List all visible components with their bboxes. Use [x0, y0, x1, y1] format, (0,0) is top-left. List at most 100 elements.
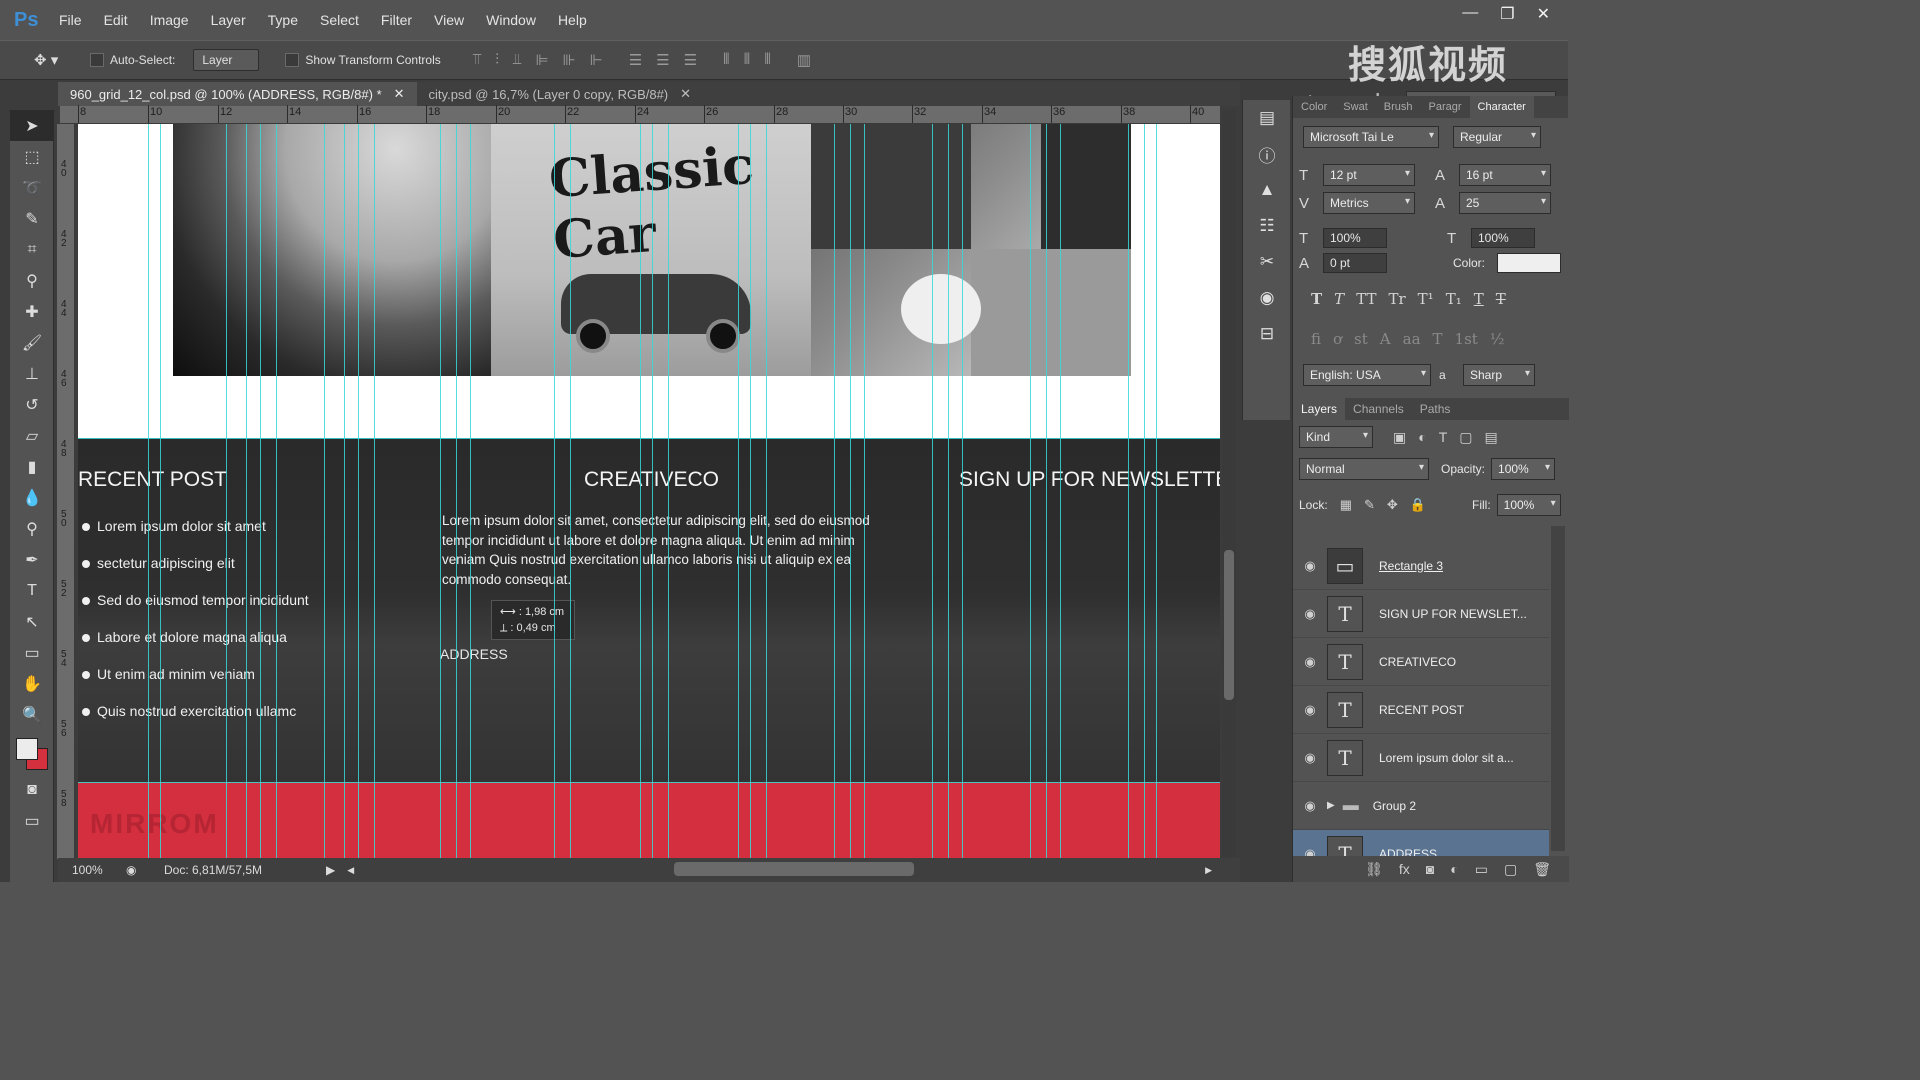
grid-guide-line[interactable] — [1030, 124, 1031, 859]
menu-type[interactable]: Type — [257, 12, 309, 28]
grid-guide-line[interactable] — [1128, 124, 1129, 859]
kuler-icon[interactable]: ◉ — [1243, 280, 1291, 316]
grid-guide-line[interactable] — [652, 124, 653, 859]
subscript-button[interactable]: T₁ — [1446, 290, 1462, 308]
language-select[interactable]: English: USA — [1303, 364, 1431, 386]
auto-select-dropdown[interactable]: Layer — [193, 49, 260, 71]
dodge-tool-icon[interactable]: ⚲ — [10, 513, 54, 544]
discretionary-ligatures-button[interactable]: ơ — [1333, 330, 1342, 348]
layer-row[interactable]: ◉ T CREATIVECO — [1293, 638, 1549, 686]
grid-guide-line[interactable] — [738, 124, 739, 859]
tab-960-grid[interactable]: 960_grid_12_col.psd @ 100% (ADDRESS, RGB… — [58, 82, 417, 106]
grid-guide-line[interactable] — [470, 124, 471, 859]
align-vcenter-icon[interactable]: ⫶ — [495, 51, 499, 69]
canvas-vertical-scrollbar[interactable] — [1222, 110, 1236, 857]
visibility-eye-icon[interactable]: ◉ — [1293, 654, 1327, 670]
tracking-select[interactable]: 25 — [1459, 192, 1551, 214]
horizontal-guide-line[interactable] — [78, 782, 1220, 783]
stylistic-set-button[interactable]: st — [1354, 330, 1368, 348]
history-panel-icon[interactable]: ▤ — [1243, 100, 1291, 136]
fx-icon[interactable]: fx — [1399, 861, 1410, 877]
grid-guide-line[interactable] — [148, 124, 149, 859]
align-hcenter-icon[interactable]: ⊪ — [563, 51, 576, 69]
grid-guide-line[interactable] — [358, 124, 359, 859]
stamp-tool-icon[interactable]: ⊥ — [10, 358, 54, 389]
scrollbar-thumb[interactable] — [1224, 550, 1234, 700]
menu-window[interactable]: Window — [475, 12, 547, 28]
history-brush-tool-icon[interactable]: ↺ — [10, 389, 54, 420]
list-item[interactable]: Labore et dolore magna aliqua — [82, 629, 309, 666]
blur-tool-icon[interactable]: 💧 — [10, 482, 54, 513]
tab-paths[interactable]: Paths — [1412, 402, 1459, 416]
layer-row[interactable]: ◉ ▶ ▬ Group 2 — [1293, 782, 1549, 830]
grid-guide-line[interactable] — [374, 124, 375, 859]
list-item[interactable]: Lorem ipsum dolor sit amet — [82, 518, 309, 555]
ligatures-button[interactable]: fi — [1311, 330, 1321, 348]
tab-channels[interactable]: Channels — [1345, 402, 1412, 416]
mask-icon[interactable]: ◙ — [1426, 861, 1434, 877]
grid-guide-line[interactable] — [750, 124, 751, 859]
menu-file[interactable]: File — [48, 12, 93, 28]
crop-tool-icon[interactable]: ⌗ — [10, 234, 54, 265]
trash-icon[interactable]: 🗑 — [1533, 861, 1551, 878]
document-canvas[interactable]: Classic Car RECENT POST CREATIVECO SIGN … — [78, 124, 1220, 859]
filter-type-icon[interactable]: T — [1439, 429, 1448, 446]
grid-guide-line[interactable] — [260, 124, 261, 859]
distribute-bottom-icon[interactable]: ☰ — [684, 51, 697, 69]
auto-select-checkbox[interactable] — [90, 53, 104, 67]
layers-scrollbar[interactable] — [1551, 526, 1565, 851]
small-caps-button[interactable]: Tr — [1388, 290, 1405, 308]
grid-guide-line[interactable] — [1046, 124, 1047, 859]
eyedropper-tool-icon[interactable]: ⚲ — [10, 265, 54, 296]
align-right-icon[interactable]: ⊩ — [590, 51, 603, 69]
horizontal-ruler[interactable]: 8 10 12 14 16 18 20 22 24 26 28 30 32 34 36 38 40 — [60, 105, 1220, 124]
grid-guide-line[interactable] — [456, 124, 457, 859]
scroll-left-arrow-icon[interactable]: ◀ — [347, 865, 354, 876]
menu-image[interactable]: Image — [139, 12, 200, 28]
visibility-eye-icon[interactable]: ◉ — [1293, 798, 1327, 814]
lock-position-icon[interactable]: ✥ — [1387, 497, 1398, 513]
visibility-eye-icon[interactable]: ◉ — [1293, 606, 1327, 622]
close-button[interactable]: ✕ — [1537, 4, 1550, 24]
auto-align-icon[interactable]: ▥ — [797, 51, 811, 69]
faux-bold-button[interactable]: T — [1311, 290, 1322, 308]
tab-paragraph[interactable]: Paragr — [1421, 101, 1470, 113]
path-select-tool-icon[interactable]: ↖ — [10, 606, 54, 637]
transform-controls-checkbox[interactable] — [285, 53, 300, 67]
marquee-tool-icon[interactable]: ⬚ — [10, 141, 54, 172]
list-item[interactable]: Ut enim ad minim veniam — [82, 666, 309, 703]
move-tool-icon[interactable]: ✥ ▾ — [34, 51, 74, 69]
opacity-select[interactable]: 100% — [1491, 458, 1556, 480]
baseline-shift-input[interactable]: 0 pt — [1323, 253, 1387, 273]
strikethrough-button[interactable]: T — [1496, 290, 1506, 308]
layer-styles-icon[interactable]: ⊟ — [1243, 316, 1291, 352]
all-caps-button[interactable]: TT — [1356, 290, 1376, 308]
maximize-button[interactable]: ❐ — [1500, 4, 1514, 24]
distribute-right-icon[interactable]: ⦀ — [764, 51, 771, 69]
info-panel-icon[interactable]: ⓘ — [1243, 136, 1291, 172]
leading-select[interactable]: 16 pt — [1459, 164, 1551, 186]
visibility-eye-icon[interactable]: ◉ — [1293, 558, 1327, 574]
grid-guide-line[interactable] — [932, 124, 933, 859]
horizontal-guide-line[interactable] — [78, 438, 1220, 439]
tab-color[interactable]: Color — [1293, 101, 1335, 113]
menu-help[interactable]: Help — [547, 12, 598, 28]
menu-layer[interactable]: Layer — [200, 12, 257, 28]
distribute-vcenter-icon[interactable]: ☰ — [656, 51, 669, 69]
grid-guide-line[interactable] — [766, 124, 767, 859]
layer-row[interactable]: ◉ T RECENT POST — [1293, 686, 1549, 734]
grid-guide-line[interactable] — [1144, 124, 1145, 859]
grid-guide-line[interactable] — [344, 124, 345, 859]
horizontal-scrollbar-thumb[interactable] — [674, 862, 914, 876]
adjustment-icon[interactable]: ◐ — [1450, 861, 1458, 877]
tab-layers[interactable]: Layers — [1293, 398, 1346, 420]
grid-guide-line[interactable] — [246, 124, 247, 859]
close-tab-icon[interactable]: ✕ — [394, 86, 405, 102]
grid-guide-line[interactable] — [668, 124, 669, 859]
zoom-level[interactable]: 100% — [72, 863, 118, 877]
grid-guide-line[interactable] — [554, 124, 555, 859]
brush-tool-icon[interactable]: 🖌 — [10, 327, 54, 358]
swash-button[interactable]: A — [1380, 330, 1391, 348]
tab-character[interactable]: Character — [1469, 96, 1534, 118]
move-tool-icon[interactable]: ➤ — [10, 110, 54, 141]
